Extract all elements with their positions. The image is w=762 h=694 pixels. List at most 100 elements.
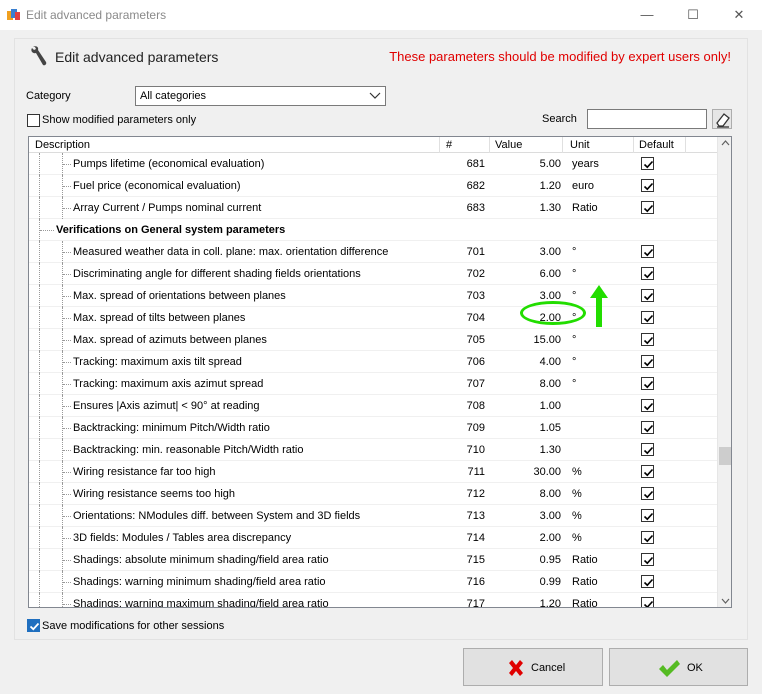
- table-row[interactable]: Max. spread of azimuts between planes 705…: [29, 329, 717, 351]
- param-number: 704: [466, 312, 485, 324]
- param-value[interactable]: 1.30: [495, 202, 561, 214]
- close-button[interactable]: ✕: [716, 0, 762, 30]
- param-value[interactable]: 1.05: [495, 422, 561, 434]
- param-value[interactable]: 4.00: [495, 356, 561, 368]
- table-row[interactable]: Wiring resistance far too high 711 30.00%: [29, 461, 717, 483]
- default-checkbox[interactable]: [641, 597, 654, 607]
- table-row[interactable]: 3D fields: Modules / Tables area discrep…: [29, 527, 717, 549]
- param-description: Tracking: maximum axis tilt spread: [73, 356, 242, 368]
- param-value[interactable]: 15.00: [495, 334, 561, 346]
- table-row[interactable]: Array Current / Pumps nominal current 683…: [29, 197, 717, 219]
- default-checkbox[interactable]: [641, 179, 654, 192]
- default-checkbox[interactable]: [641, 553, 654, 566]
- param-description: Shadings: warning maximum shading/field …: [73, 598, 329, 608]
- green-check-icon: [659, 660, 680, 677]
- default-checkbox[interactable]: [641, 487, 654, 500]
- param-number: 709: [466, 422, 485, 434]
- param-value[interactable]: 1.00: [495, 400, 561, 412]
- scroll-up-icon[interactable]: [721, 140, 730, 146]
- table-row[interactable]: Wiring resistance seems too high 712 8.00%: [29, 483, 717, 505]
- category-select[interactable]: All categories: [135, 86, 386, 106]
- minimize-button[interactable]: —: [624, 0, 670, 30]
- default-checkbox[interactable]: [641, 245, 654, 258]
- table-header: Description # Value Unit Default: [29, 137, 717, 153]
- param-value[interactable]: 5.00: [495, 158, 561, 170]
- table-row[interactable]: Shadings: warning minimum shading/field …: [29, 571, 717, 593]
- param-description: Fuel price (economical evaluation): [73, 180, 241, 192]
- column-description[interactable]: Description: [35, 139, 90, 151]
- table-row[interactable]: Orientations: NModules diff. between Sys…: [29, 505, 717, 527]
- column-unit[interactable]: Unit: [570, 139, 590, 151]
- table-row[interactable]: Pumps lifetime (economical evaluation) 68…: [29, 153, 717, 175]
- table-row[interactable]: Discriminating angle for different shadi…: [29, 263, 717, 285]
- maximize-button[interactable]: ☐: [670, 0, 716, 30]
- scrollbar-thumb[interactable]: [719, 447, 731, 465]
- default-checkbox[interactable]: [641, 531, 654, 544]
- param-description: Wiring resistance seems too high: [73, 488, 236, 500]
- search-input[interactable]: [587, 109, 707, 129]
- default-checkbox[interactable]: [641, 509, 654, 522]
- save-sessions-checkbox[interactable]: [27, 619, 40, 632]
- param-value[interactable]: 6.00: [495, 268, 561, 280]
- default-checkbox[interactable]: [641, 421, 654, 434]
- vertical-scrollbar[interactable]: [717, 137, 731, 607]
- default-checkbox[interactable]: [641, 575, 654, 588]
- default-checkbox[interactable]: [641, 201, 654, 214]
- param-value[interactable]: 8.00: [495, 488, 561, 500]
- table-row[interactable]: Ensures |Axis azimut| < 90° at reading 70…: [29, 395, 717, 417]
- column-number[interactable]: #: [446, 139, 452, 151]
- cancel-button[interactable]: Cancel: [463, 648, 603, 686]
- checkmark-icon: [643, 534, 654, 543]
- checkmark-icon: [29, 622, 40, 631]
- show-modified-checkbox[interactable]: [27, 114, 40, 127]
- default-checkbox[interactable]: [641, 355, 654, 368]
- checkmark-icon: [643, 204, 654, 213]
- default-checkbox[interactable]: [641, 289, 654, 302]
- param-value[interactable]: 1.30: [495, 444, 561, 456]
- table-row[interactable]: Shadings: warning maximum shading/field …: [29, 593, 717, 608]
- table-row[interactable]: Measured weather data in coll. plane: ma…: [29, 241, 717, 263]
- param-value[interactable]: 0.99: [495, 576, 561, 588]
- param-value[interactable]: 2.00: [495, 532, 561, 544]
- column-value[interactable]: Value: [495, 139, 522, 151]
- param-description: 3D fields: Modules / Tables area discrep…: [73, 532, 292, 544]
- param-value[interactable]: 0.95: [495, 554, 561, 566]
- search-label: Search: [542, 113, 577, 125]
- default-checkbox[interactable]: [641, 311, 654, 324]
- table-row[interactable]: Tracking: maximum axis tilt spread 706 4.0…: [29, 351, 717, 373]
- param-value[interactable]: 1.20: [495, 180, 561, 192]
- table-row[interactable]: Backtracking: min. reasonable Pitch/Widt…: [29, 439, 717, 461]
- ok-button[interactable]: OK: [609, 648, 748, 686]
- parameters-table[interactable]: Description # Value Unit Default Pumps l…: [28, 136, 732, 608]
- clear-search-button[interactable]: [712, 109, 732, 129]
- table-row[interactable]: Max. spread of tilts between planes 704 2.…: [29, 307, 717, 329]
- cancel-label: Cancel: [531, 662, 566, 674]
- table-row[interactable]: Shadings: absolute minimum shading/field…: [29, 549, 717, 571]
- default-checkbox[interactable]: [641, 399, 654, 412]
- checkmark-icon: [643, 182, 654, 191]
- param-value[interactable]: 8.00: [495, 378, 561, 390]
- checkmark-icon: [643, 292, 654, 301]
- param-description: Pumps lifetime (economical evaluation): [73, 158, 265, 170]
- table-row[interactable]: Fuel price (economical evaluation) 682 1.2…: [29, 175, 717, 197]
- default-checkbox[interactable]: [641, 465, 654, 478]
- default-checkbox[interactable]: [641, 377, 654, 390]
- param-value[interactable]: 30.00: [495, 466, 561, 478]
- default-checkbox[interactable]: [641, 443, 654, 456]
- column-default[interactable]: Default: [639, 139, 674, 151]
- table-row[interactable]: Max. spread of orientations between plan…: [29, 285, 717, 307]
- default-checkbox[interactable]: [641, 333, 654, 346]
- eraser-icon: [716, 113, 730, 128]
- param-number: 713: [466, 510, 485, 522]
- param-value[interactable]: 3.00: [495, 510, 561, 522]
- default-checkbox[interactable]: [641, 267, 654, 280]
- default-checkbox[interactable]: [641, 157, 654, 170]
- table-row[interactable]: Tracking: maximum axis azimut spread 707 8…: [29, 373, 717, 395]
- table-row[interactable]: Backtracking: minimum Pitch/Width ratio 7…: [29, 417, 717, 439]
- checkmark-icon: [643, 270, 654, 279]
- param-value[interactable]: 3.00: [495, 246, 561, 258]
- param-value[interactable]: 1.20: [495, 598, 561, 607]
- param-number: 683: [466, 202, 485, 214]
- scroll-down-icon[interactable]: [721, 598, 730, 604]
- table-group-row[interactable]: Verifications on General system paramete…: [29, 219, 717, 241]
